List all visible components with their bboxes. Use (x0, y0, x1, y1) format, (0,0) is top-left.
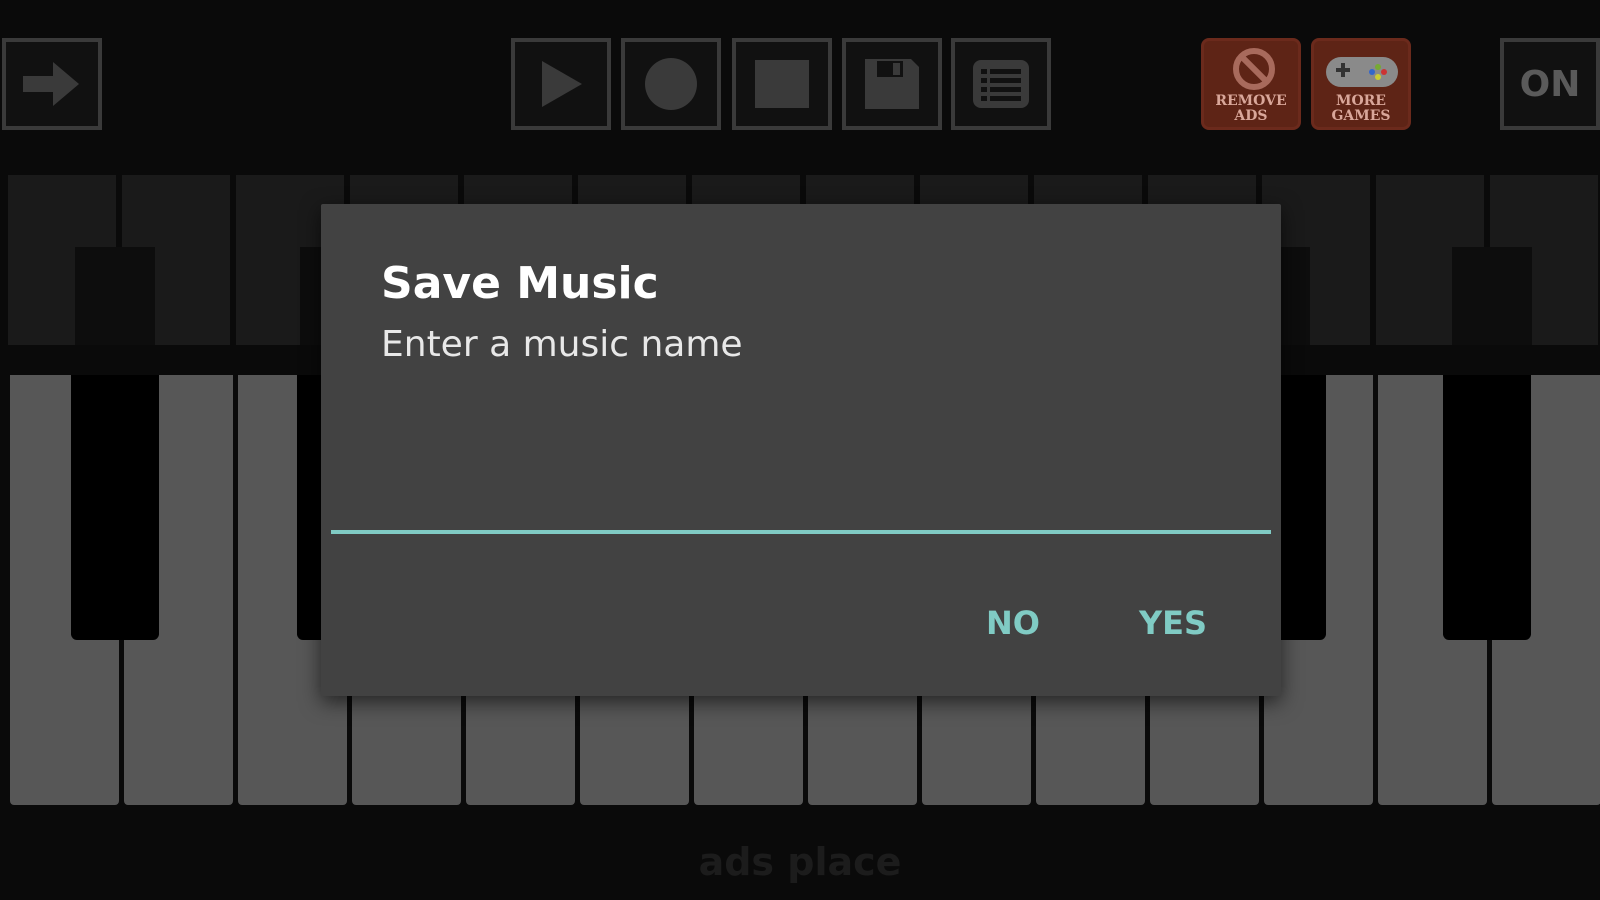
gamepad-icon (1326, 57, 1398, 87)
more-games-button[interactable]: MORE GAMES (1311, 38, 1411, 130)
ads-placeholder: ads place (698, 840, 902, 884)
list-icon (973, 60, 1029, 108)
black-key[interactable] (71, 375, 159, 640)
power-label: ON (1519, 63, 1581, 105)
remove-ads-label: REMOVE ADS (1215, 93, 1287, 124)
stop-button[interactable] (732, 38, 832, 130)
exit-button[interactable] (2, 38, 102, 130)
music-list-button[interactable] (951, 38, 1051, 130)
no-ads-icon (1233, 48, 1275, 90)
power-toggle-button[interactable]: ON (1500, 38, 1600, 130)
save-button[interactable] (842, 38, 942, 130)
dialog-title: Save Music (381, 258, 659, 309)
dialog-message: Enter a music name (381, 324, 743, 365)
stop-icon (755, 60, 809, 108)
overview-black-key (1452, 247, 1532, 345)
play-button[interactable] (511, 38, 611, 130)
remove-ads-button[interactable]: REMOVE ADS (1201, 38, 1301, 130)
floppy-save-icon (865, 59, 919, 109)
overview-black-key (75, 247, 155, 345)
no-button[interactable]: NO (986, 604, 1040, 642)
yes-button[interactable]: YES (1139, 604, 1207, 642)
record-button[interactable] (621, 38, 721, 130)
arrow-right-icon (23, 62, 79, 106)
record-icon (645, 58, 697, 110)
music-name-input[interactable] (331, 494, 1271, 534)
play-icon (542, 61, 582, 107)
save-music-dialog: Save Music Enter a music name NO YES (321, 204, 1281, 696)
piano-app: REMOVE ADS MORE GAMES ON ads place Save … (0, 0, 1600, 900)
more-games-label: MORE GAMES (1331, 93, 1391, 124)
black-key[interactable] (1443, 375, 1531, 640)
